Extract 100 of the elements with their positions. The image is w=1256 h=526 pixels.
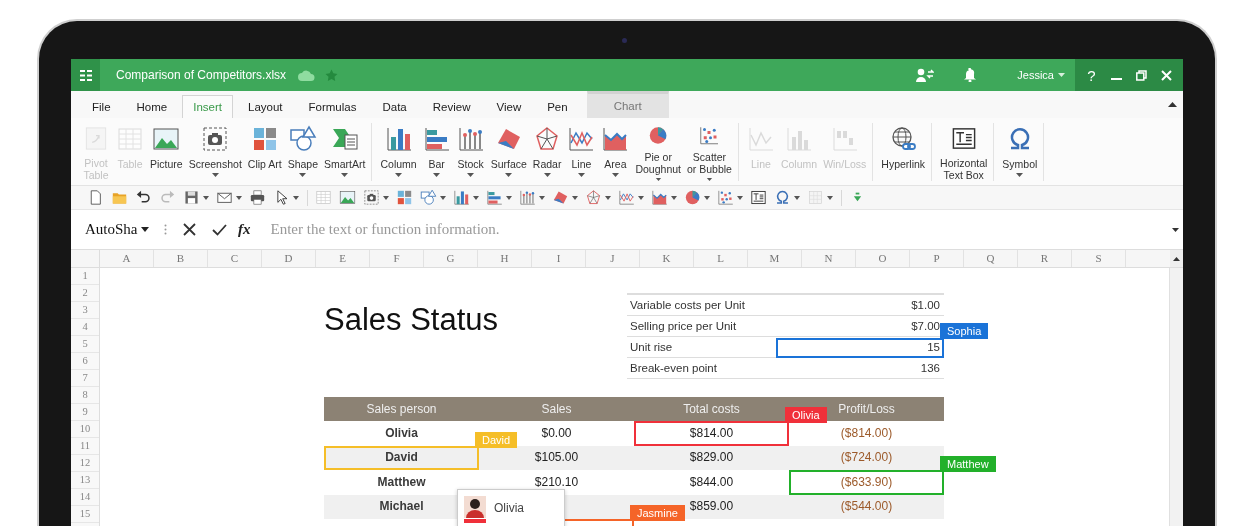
row-header[interactable]: 13 bbox=[71, 472, 99, 489]
ribbon-button[interactable]: Hyperlink bbox=[878, 123, 929, 181]
grid-heading[interactable]: K bbox=[640, 250, 694, 267]
print-icon[interactable] bbox=[249, 189, 266, 206]
caret-icon[interactable] bbox=[572, 195, 578, 200]
grid-heading[interactable]: D bbox=[262, 250, 316, 267]
ribbon-button[interactable]: Picture bbox=[147, 123, 186, 181]
ribbon-button[interactable]: Area bbox=[598, 123, 633, 181]
grid-heading[interactable]: L bbox=[694, 250, 748, 267]
row-header[interactable]: 15 bbox=[71, 506, 99, 523]
caret-icon[interactable] bbox=[638, 195, 644, 200]
check-icon[interactable] bbox=[212, 223, 227, 236]
grid-heading[interactable]: M bbox=[748, 250, 802, 267]
grid-heading[interactable]: S bbox=[1072, 250, 1126, 267]
caret-icon[interactable] bbox=[236, 195, 242, 200]
ribbon-tab[interactable]: Chart bbox=[586, 91, 669, 118]
grid-heading[interactable]: E bbox=[316, 250, 370, 267]
caret-icon[interactable] bbox=[383, 195, 389, 200]
caret-icon[interactable] bbox=[293, 195, 299, 200]
clip-art-icon[interactable] bbox=[396, 189, 413, 206]
ribbon-button[interactable]: Horizontal Text Box bbox=[937, 123, 991, 181]
shapes-icon[interactable] bbox=[420, 189, 437, 206]
stock-chart-icon[interactable] bbox=[519, 189, 536, 206]
grid-icon[interactable] bbox=[79, 69, 92, 81]
ribbon-button[interactable]: Surface bbox=[487, 123, 530, 181]
ribbon-button[interactable]: Shape bbox=[284, 123, 322, 181]
row-header[interactable]: 8 bbox=[71, 387, 99, 404]
ribbon-tab[interactable]: Formulas bbox=[297, 95, 368, 118]
row-header[interactable]: 1 bbox=[71, 268, 99, 285]
caret-icon[interactable] bbox=[473, 195, 479, 200]
help-button[interactable]: ? bbox=[1080, 64, 1103, 86]
grid-heading[interactable]: R bbox=[1018, 250, 1072, 267]
caret-icon[interactable] bbox=[827, 195, 833, 200]
caret-icon[interactable] bbox=[671, 195, 677, 200]
save-icon[interactable] bbox=[183, 189, 200, 206]
area-chart-icon[interactable] bbox=[651, 189, 668, 206]
ribbon-tab[interactable]: Insert bbox=[182, 95, 233, 118]
menu-button[interactable] bbox=[71, 59, 100, 91]
formula-input[interactable]: Enter the text or function information. bbox=[268, 220, 1172, 239]
undo-icon[interactable] bbox=[135, 189, 152, 206]
row-header[interactable]: 4 bbox=[71, 319, 99, 336]
camera-icon[interactable] bbox=[363, 189, 380, 206]
grid-heading[interactable]: N bbox=[802, 250, 856, 267]
row-header[interactable]: 7 bbox=[71, 370, 99, 387]
collapse-ribbon-icon[interactable] bbox=[1168, 102, 1177, 107]
restore-icon[interactable] bbox=[1136, 69, 1147, 81]
caret-icon[interactable] bbox=[704, 195, 710, 200]
bar-chart-icon[interactable] bbox=[486, 189, 503, 206]
ribbon-button[interactable]: Column bbox=[377, 123, 420, 181]
ribbon-button[interactable]: Radar bbox=[529, 123, 565, 181]
caret-icon[interactable] bbox=[539, 195, 545, 200]
ribbon-tab[interactable]: Home bbox=[125, 95, 179, 118]
star-icon[interactable] bbox=[325, 68, 339, 82]
line-chart-icon[interactable] bbox=[618, 189, 635, 206]
row-header[interactable]: 3 bbox=[71, 302, 99, 319]
scroll-up-icon[interactable] bbox=[1173, 256, 1180, 261]
users-icon[interactable] bbox=[916, 68, 935, 82]
scrollbar[interactable] bbox=[1169, 268, 1183, 526]
ribbon-button[interactable]: Clip Art bbox=[244, 123, 285, 181]
ribbon-button[interactable]: Symbol bbox=[999, 123, 1041, 181]
scatter-chart-icon[interactable] bbox=[717, 189, 734, 206]
name-box[interactable]: AutoSha bbox=[85, 221, 151, 238]
ribbon-button[interactable]: Screenshot bbox=[185, 123, 245, 181]
row-header[interactable]: 11 bbox=[71, 438, 99, 455]
grid-heading[interactable]: O bbox=[856, 250, 910, 267]
collaborator-name[interactable]: Olivia bbox=[494, 500, 524, 515]
cancel-icon[interactable] bbox=[183, 223, 196, 236]
grid-heading[interactable]: C bbox=[208, 250, 262, 267]
grid-heading[interactable]: I bbox=[532, 250, 586, 267]
expand-icon[interactable] bbox=[1172, 227, 1179, 232]
caret-icon[interactable] bbox=[203, 195, 209, 200]
grid-heading[interactable]: H bbox=[478, 250, 532, 267]
row-header[interactable]: 2 bbox=[71, 285, 99, 302]
ribbon-tab[interactable]: File bbox=[81, 95, 122, 118]
grid-heading[interactable]: F bbox=[370, 250, 424, 267]
surface-chart-icon[interactable] bbox=[552, 189, 569, 206]
ribbon-tab[interactable]: Data bbox=[371, 95, 418, 118]
ribbon-tab[interactable]: Review bbox=[421, 95, 482, 118]
ribbon-button[interactable]: Stock bbox=[453, 123, 488, 181]
caret-icon[interactable] bbox=[794, 195, 800, 200]
ribbon-button[interactable]: SmartArt bbox=[321, 123, 369, 181]
ribbon-tab[interactable]: View bbox=[485, 95, 533, 118]
row-header[interactable]: 9 bbox=[71, 404, 99, 421]
grid-heading[interactable]: B bbox=[154, 250, 208, 267]
column-chart-icon[interactable] bbox=[453, 189, 470, 206]
ribbon-button[interactable]: Scatter or Bubble bbox=[684, 123, 735, 181]
grid-heading[interactable]: A bbox=[100, 250, 154, 267]
ribbon-tab[interactable]: Pen bbox=[536, 95, 579, 118]
ribbon-button[interactable]: Line bbox=[564, 123, 599, 181]
grid-heading[interactable]: J bbox=[586, 250, 640, 267]
text-box-icon[interactable] bbox=[750, 189, 767, 206]
pie-chart-icon[interactable] bbox=[684, 189, 701, 206]
caret-icon[interactable] bbox=[506, 195, 512, 200]
ribbon-button[interactable]: Bar bbox=[419, 123, 454, 181]
close-icon[interactable] bbox=[1161, 69, 1172, 81]
caret-icon[interactable] bbox=[737, 195, 743, 200]
grid-heading[interactable]: Q bbox=[964, 250, 1018, 267]
row-header[interactable]: 6 bbox=[71, 353, 99, 370]
row-header[interactable]: 5 bbox=[71, 336, 99, 353]
row-header[interactable]: 10 bbox=[71, 421, 99, 438]
